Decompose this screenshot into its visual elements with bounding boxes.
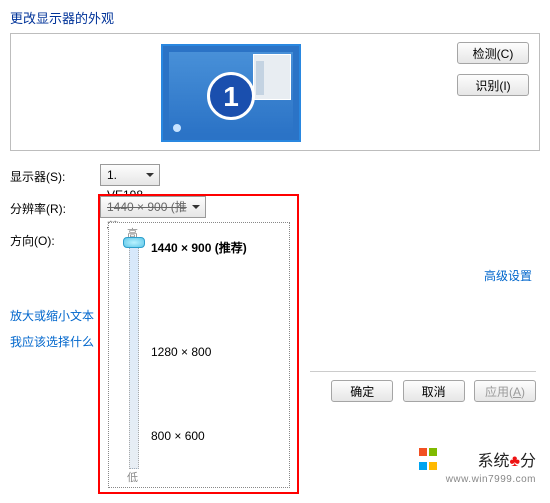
monitor-startorb-icon [173, 124, 181, 132]
slider-tick-3[interactable]: 800 × 600 [151, 429, 205, 443]
display-label: 显示器(S): [10, 168, 65, 185]
monitor-number-badge: 1 [207, 72, 255, 120]
slider-tick-1[interactable]: 1440 × 900 (推荐) [151, 239, 247, 256]
watermark-line1: 系统♣分 [477, 453, 536, 470]
monitor-preview[interactable]: 1 [161, 44, 301, 142]
orientation-label: 方向(O): [10, 232, 55, 249]
ok-button[interactable]: 确定 [331, 380, 393, 402]
detect-button[interactable]: 检测(C) [457, 42, 529, 64]
windows-logo-icon [418, 446, 438, 474]
dialog-button-row: 确定 取消 应用(A) [310, 371, 536, 402]
slider-tick-2[interactable]: 1280 × 800 [151, 345, 211, 359]
text-size-link[interactable]: 放大或缩小文本 [10, 307, 94, 324]
monitor-glass: 1 [169, 52, 293, 134]
apply-button: 应用(A) [474, 380, 536, 402]
site-watermark: 系统♣分 www.win7999.com [418, 447, 536, 485]
monitor-preview-area: 1 检测(C) 识别(I) [10, 33, 540, 151]
resolution-slider-popup: 高 低 1440 × 900 (推荐) 1280 × 800 800 × 600 [108, 222, 290, 488]
which-choose-link[interactable]: 我应该选择什么 [10, 333, 94, 350]
watermark-line2: www.win7999.com [446, 474, 536, 485]
resolution-label: 分辨率(R): [10, 200, 66, 217]
resolution-slider-thumb[interactable] [123, 237, 145, 248]
resolution-select[interactable]: 1440 × 900 (推荐) [100, 196, 206, 218]
monitor-window-icon [253, 54, 291, 100]
cancel-button[interactable]: 取消 [403, 380, 465, 402]
resolution-slider-track[interactable] [129, 241, 139, 469]
slider-low-label: 低 [127, 469, 138, 485]
identify-button[interactable]: 识别(I) [457, 74, 529, 96]
advanced-settings-link[interactable]: 高级设置 [484, 267, 532, 284]
display-select[interactable]: 1. VE198 [100, 164, 160, 186]
page-title: 更改显示器的外观 [0, 0, 550, 33]
